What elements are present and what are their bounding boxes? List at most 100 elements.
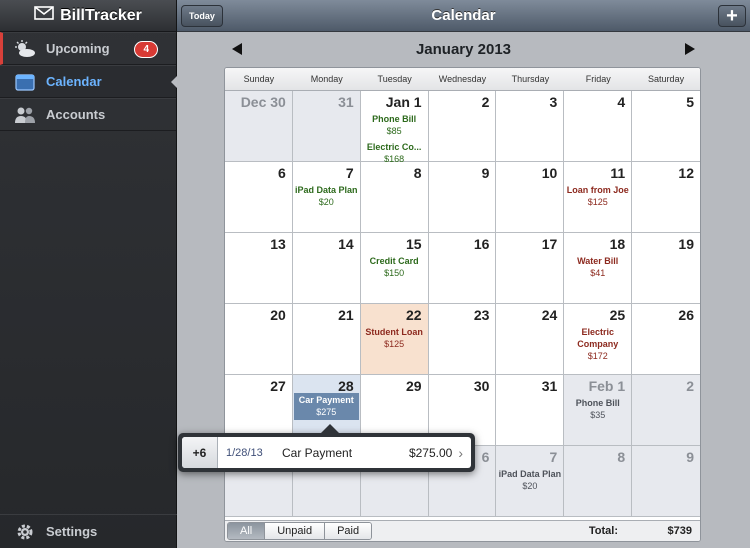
bill-entry[interactable]: Loan from Joe $125 xyxy=(564,184,631,208)
bill-name: Water Bill xyxy=(577,256,619,266)
day-cell[interactable]: 22 Student Loan $125 xyxy=(360,304,429,375)
day-cell[interactable]: 26 xyxy=(632,304,700,375)
day-cell[interactable]: 31 xyxy=(292,91,361,162)
filter-all-button[interactable]: All xyxy=(228,523,266,539)
day-number: Dec 30 xyxy=(240,94,286,110)
day-number: 8 xyxy=(617,449,626,465)
bill-entry[interactable]: Phone Bill $85 xyxy=(361,113,428,137)
day-cell[interactable]: 9 xyxy=(632,446,700,517)
weekday-label: Monday xyxy=(310,74,343,84)
day-cell[interactable]: 9 xyxy=(428,162,497,233)
day-number: 6 xyxy=(481,449,490,465)
day-cell[interactable]: 13 xyxy=(225,233,293,304)
day-cell[interactable]: 18 Water Bill $41 xyxy=(564,233,633,304)
bill-amount: $150 xyxy=(384,268,405,278)
filter-unpaid-button[interactable]: Unpaid xyxy=(265,523,326,539)
bill-name: Electric Company xyxy=(577,327,619,349)
day-cell[interactable]: 8 xyxy=(360,162,429,233)
bill-name: Electric Co... xyxy=(366,142,422,152)
bill-entry[interactable]: Phone Bill $35 xyxy=(564,397,631,421)
bill-amount: $275.00 xyxy=(408,445,453,460)
day-cell[interactable]: 11 Loan from Joe $125 xyxy=(564,162,633,233)
today-button[interactable]: Today xyxy=(181,5,223,27)
day-cell[interactable]: 5 xyxy=(632,91,700,162)
day-number: 30 xyxy=(473,378,490,394)
bill-date: 1/28/13 xyxy=(226,446,263,459)
bill-entry[interactable]: iPad Data Plan $20 xyxy=(293,184,360,208)
day-cell[interactable]: 2 xyxy=(632,375,700,446)
sidebar-item-calendar[interactable]: Calendar xyxy=(0,65,176,98)
day-cell[interactable]: 7 iPad Data Plan $20 xyxy=(496,446,565,517)
bill-amount: $41 xyxy=(590,268,606,278)
day-number: 13 xyxy=(270,236,286,252)
day-number: 9 xyxy=(481,165,490,181)
day-number: 12 xyxy=(678,165,694,181)
day-cell[interactable]: 7 iPad Data Plan $20 xyxy=(292,162,361,233)
day-cell[interactable]: 19 xyxy=(632,233,700,304)
filter-paid-button[interactable]: Paid xyxy=(325,523,372,539)
day-cell[interactable]: 3 xyxy=(496,91,565,162)
day-number: 24 xyxy=(541,307,558,323)
day-cell[interactable]: 14 xyxy=(292,233,361,304)
day-number: 26 xyxy=(678,307,694,323)
bill-amount: $275 xyxy=(316,407,337,417)
day-number: 22 xyxy=(405,307,422,323)
top-bar: Today Calendar + xyxy=(177,0,750,32)
day-cell[interactable]: Feb 1 Phone Bill $35 xyxy=(564,375,633,446)
day-cell[interactable]: 20 xyxy=(225,304,293,375)
bill-entry[interactable]: Water Bill $41 xyxy=(564,255,631,279)
sidebar-item-label: Accounts xyxy=(46,107,106,122)
day-cell[interactable]: 8 xyxy=(564,446,633,517)
weekday-label: Sunday xyxy=(243,74,275,84)
weather-icon xyxy=(14,39,36,59)
day-number: 27 xyxy=(270,378,286,394)
more-bills-count[interactable]: +6 xyxy=(182,437,218,468)
day-cell[interactable]: 24 xyxy=(496,304,565,375)
day-cell[interactable]: Jan 1 Phone Bill $85 Electric Co... $168 xyxy=(360,91,429,164)
sidebar-item-accounts[interactable]: Accounts xyxy=(0,98,176,131)
day-cell[interactable]: 6 xyxy=(225,162,293,233)
day-cell[interactable]: 17 xyxy=(496,233,565,304)
sidebar-item-settings[interactable]: Settings xyxy=(0,514,177,548)
day-cell[interactable]: Dec 30 xyxy=(225,91,293,162)
day-cell[interactable]: 15 Credit Card $150 xyxy=(360,233,429,304)
day-cell[interactable]: 16 xyxy=(428,233,497,304)
add-bill-button[interactable]: + xyxy=(718,5,746,27)
month-nav: January 2013 xyxy=(177,37,750,61)
bill-entry[interactable]: Car Payment $275 xyxy=(293,393,359,420)
day-number: 6 xyxy=(278,165,286,181)
day-cell[interactable]: 25 Electric Company $172 xyxy=(564,304,633,375)
day-number: 8 xyxy=(413,165,422,181)
weekday-label: Saturday xyxy=(648,74,685,84)
day-cell[interactable]: 12 xyxy=(632,162,700,233)
day-cell[interactable]: 4 xyxy=(564,91,633,162)
popover-bill-row[interactable]: 1/28/13 Car Payment $275.00 › xyxy=(218,437,471,468)
sidebar-item-label: Upcoming xyxy=(46,41,110,56)
bill-name: Phone Bill xyxy=(575,398,620,408)
bill-entry[interactable]: Credit Card $150 xyxy=(361,255,428,279)
day-cell[interactable]: 2 xyxy=(428,91,497,162)
bill-entry[interactable]: Student Loan $125 xyxy=(361,326,428,350)
day-number: 3 xyxy=(549,94,558,110)
day-cell[interactable]: 10 xyxy=(496,162,565,233)
day-number: 31 xyxy=(541,378,558,394)
chevron-right-icon: › xyxy=(458,444,463,461)
people-icon xyxy=(14,105,36,125)
previous-month-icon[interactable] xyxy=(232,43,242,55)
day-cell[interactable]: 21 xyxy=(292,304,361,375)
app-header: BillTracker xyxy=(0,0,176,32)
total-label: Total: xyxy=(588,525,618,537)
weekday-label: Thursday xyxy=(511,74,550,84)
day-number: 29 xyxy=(405,378,422,394)
bill-name: Loan from Joe xyxy=(566,185,629,195)
bill-amount: $125 xyxy=(587,197,608,207)
weekday-label: Wednesday xyxy=(438,74,487,84)
bill-entry[interactable]: iPad Data Plan $20 xyxy=(496,468,563,492)
sidebar-item-label: Calendar xyxy=(46,74,102,89)
day-cell[interactable]: 23 xyxy=(428,304,497,375)
sidebar-item-upcoming[interactable]: Upcoming 4 xyxy=(0,32,176,65)
day-cell[interactable]: 31 xyxy=(496,375,565,446)
next-month-icon[interactable] xyxy=(685,43,695,55)
total-value: $739 xyxy=(667,525,692,537)
bill-entry[interactable]: Electric Company $172 xyxy=(564,326,631,362)
